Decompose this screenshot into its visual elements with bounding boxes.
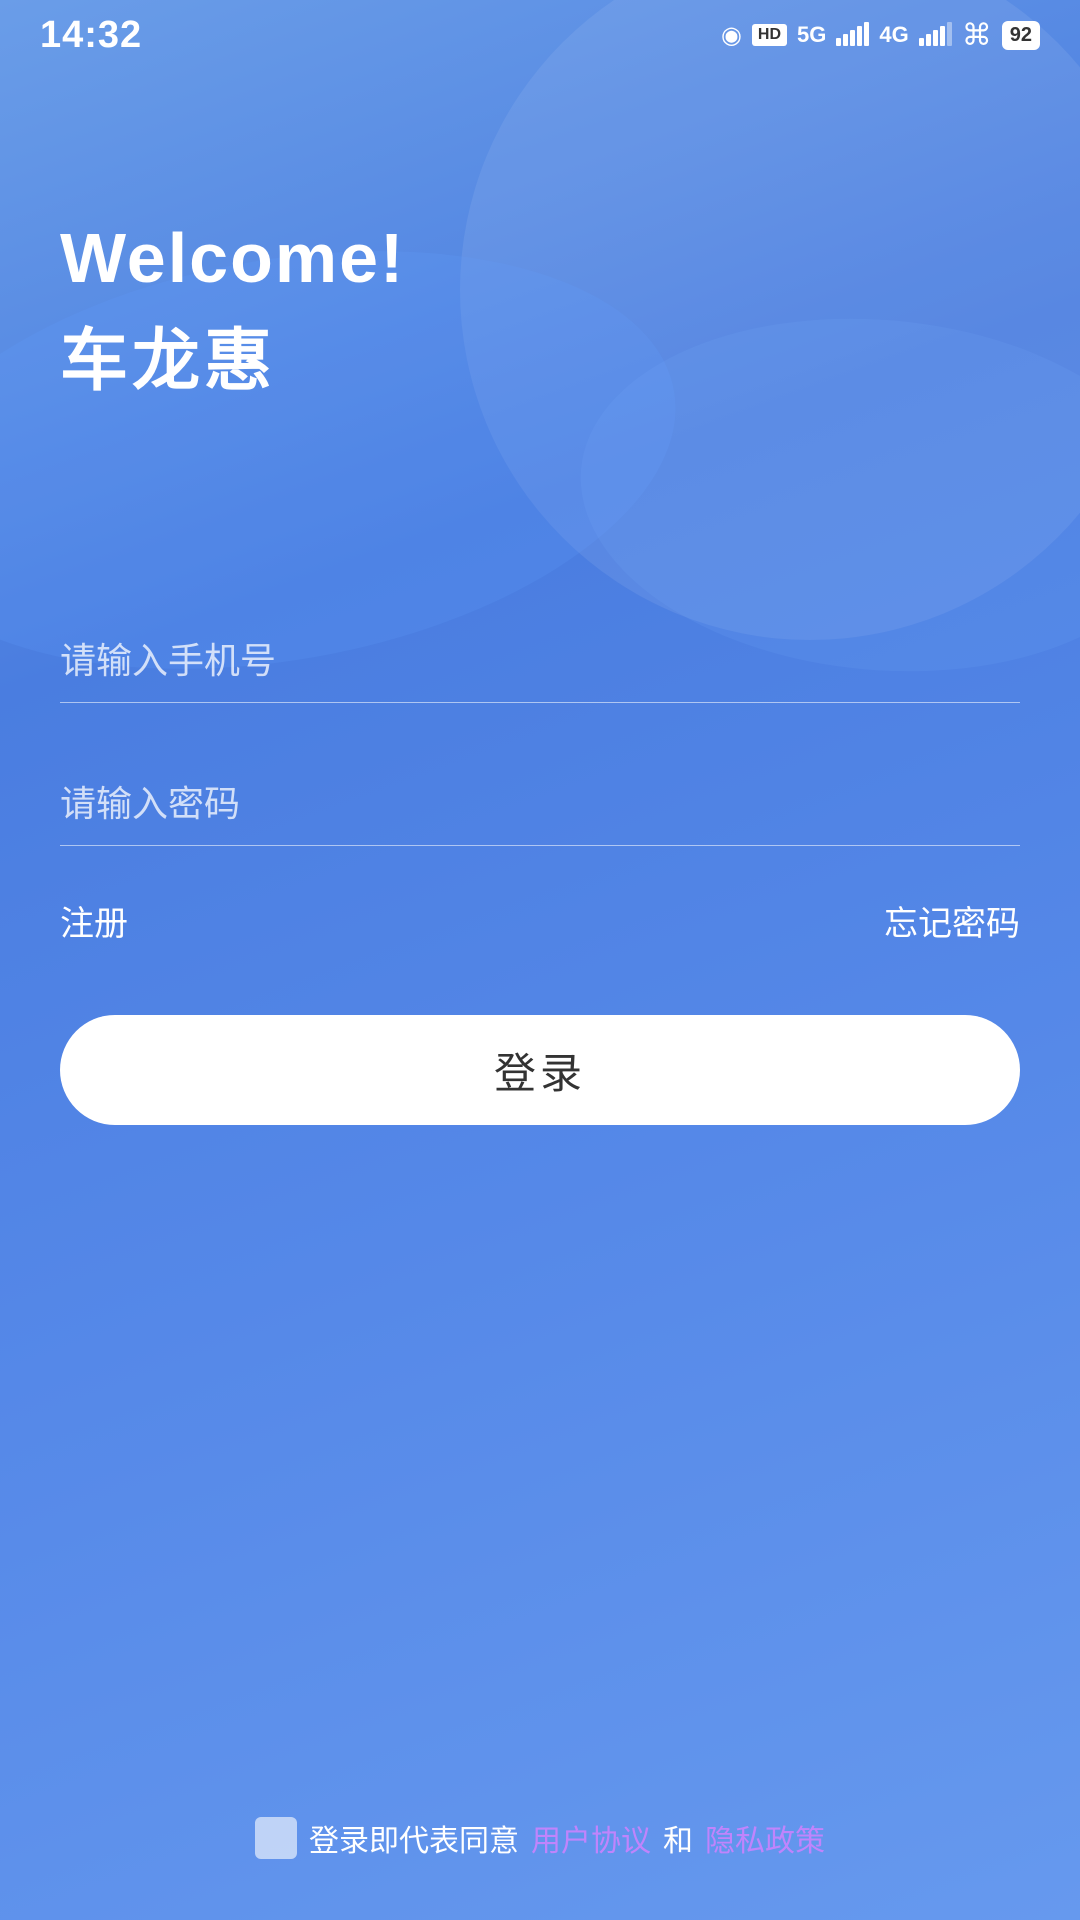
hd-badge: HD — [752, 24, 787, 46]
password-group — [60, 763, 1020, 846]
login-screen: 14:32 ◉ HD 5G 4G — [0, 0, 1080, 1920]
agreement-and: 和 — [663, 1816, 693, 1860]
privacy-policy-link[interactable]: 隐私政策 — [705, 1816, 825, 1860]
5g-label: 5G — [797, 22, 826, 48]
battery-indicator: 92 — [1002, 21, 1040, 50]
login-button[interactable]: 登录 — [60, 1015, 1020, 1125]
eye-icon: ◉ — [721, 21, 742, 50]
4g-label: 4G — [879, 22, 908, 48]
forgot-password-link[interactable]: 忘记密码 — [884, 896, 1020, 945]
password-input[interactable] — [60, 763, 1020, 846]
status-icons: ◉ HD 5G 4G ⌘ — [721, 18, 1040, 53]
status-bar: 14:32 ◉ HD 5G 4G — [0, 0, 1080, 70]
status-time: 14:32 — [40, 14, 142, 57]
welcome-greeting: Welcome! — [60, 220, 405, 297]
options-row: 注册 忘记密码 — [60, 896, 1020, 945]
agreement-area: 登录即代表同意 用户协议 和 隐私政策 — [0, 1816, 1080, 1860]
agreement-checkbox[interactable] — [255, 1817, 297, 1859]
register-link[interactable]: 注册 — [60, 896, 128, 945]
form-section: 注册 忘记密码 登录 — [60, 620, 1020, 1125]
welcome-section: Welcome! 车龙惠 — [60, 220, 405, 404]
phone-input[interactable] — [60, 620, 1020, 703]
agreement-prefix: 登录即代表同意 — [309, 1816, 519, 1860]
signal-bars-1 — [836, 24, 869, 46]
user-agreement-link[interactable]: 用户协议 — [531, 1816, 651, 1860]
signal-bars-2 — [919, 24, 952, 46]
phone-group — [60, 620, 1020, 703]
app-name: 车龙惠 — [60, 305, 405, 404]
wifi-icon: ⌘ — [962, 18, 992, 53]
